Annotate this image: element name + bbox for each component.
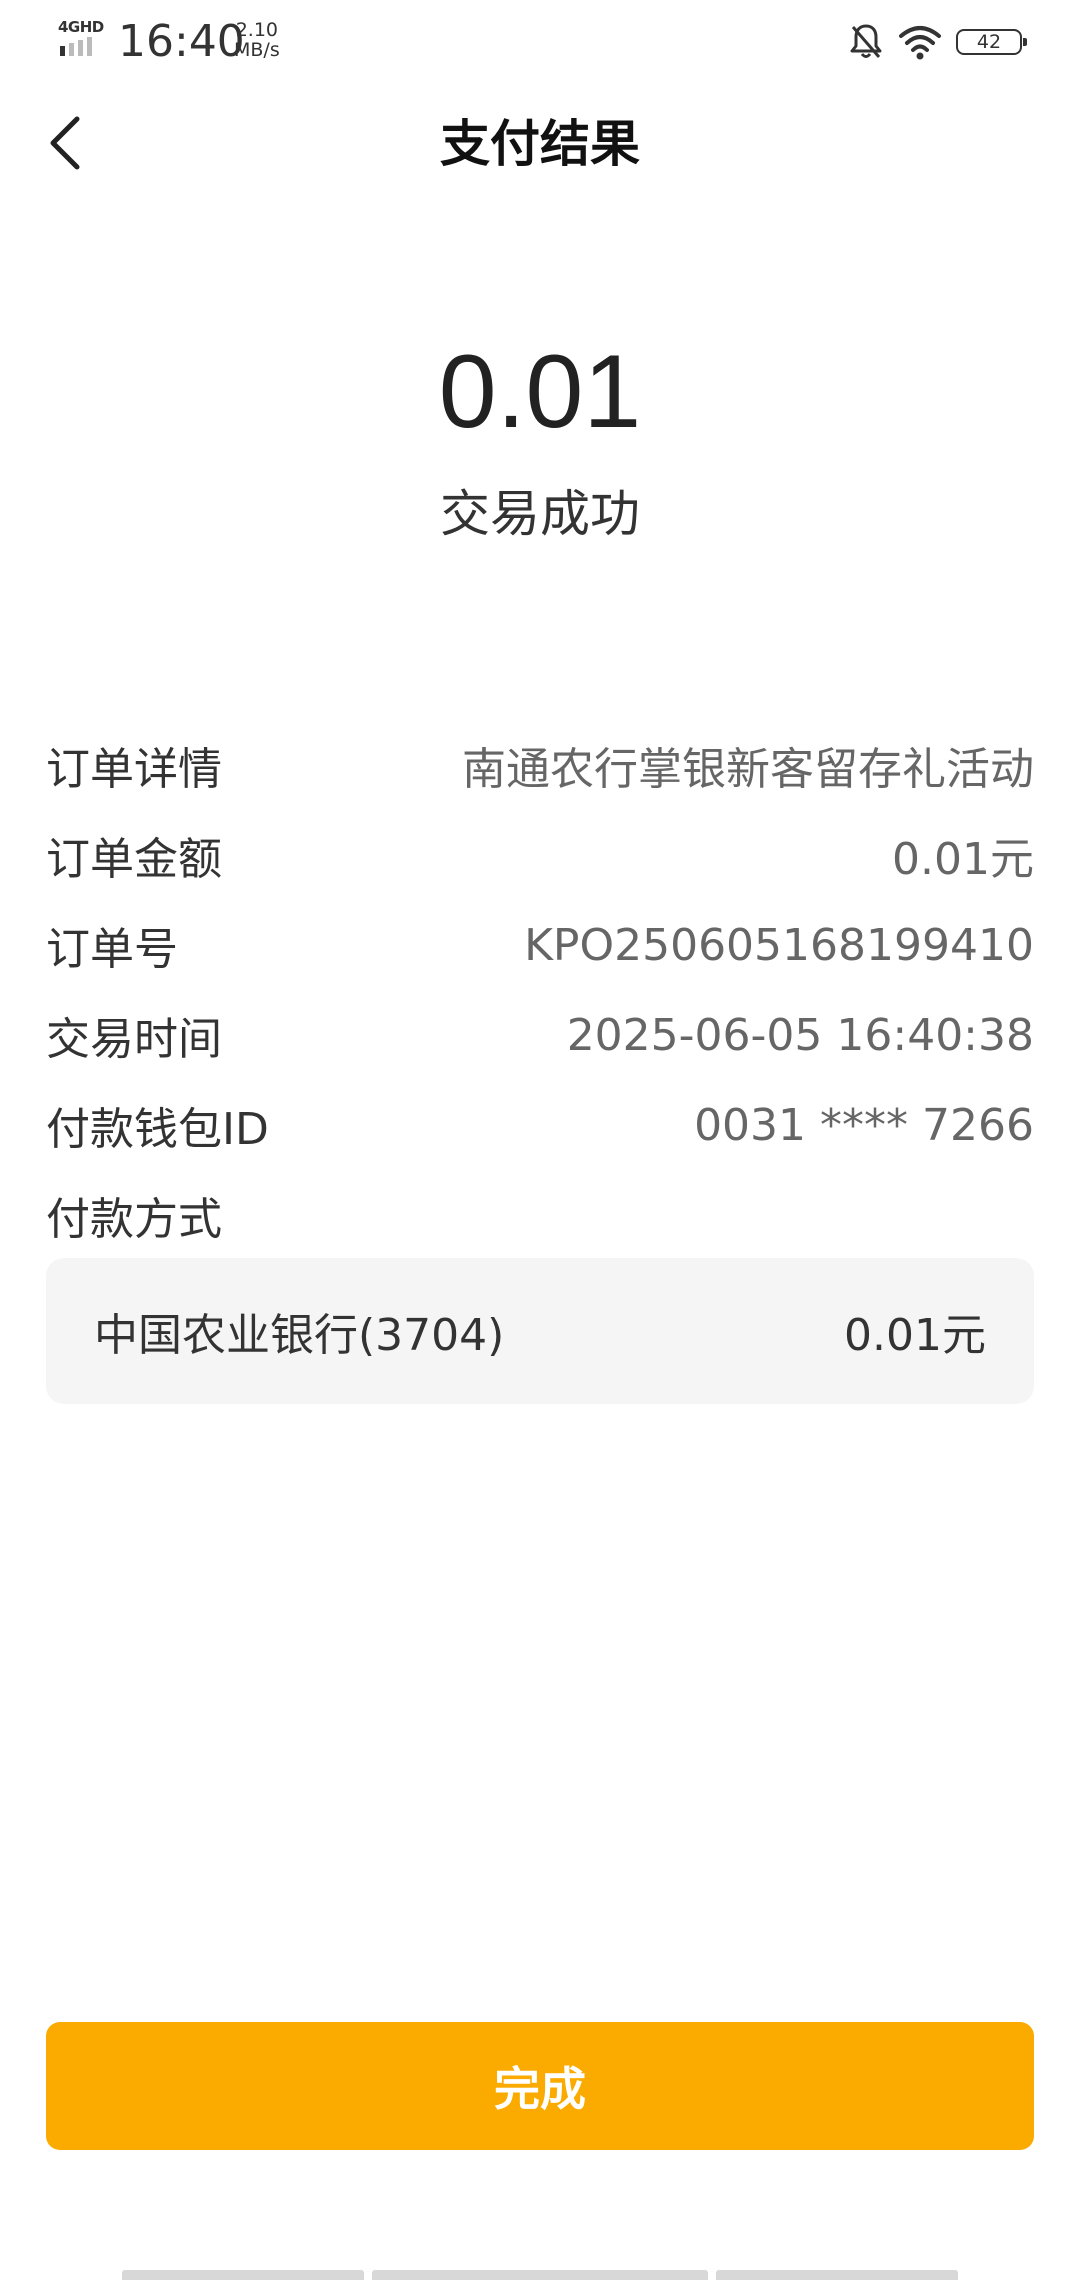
detail-label: 交易时间 bbox=[46, 1014, 222, 1065]
signal-icon bbox=[60, 37, 92, 56]
network-type: 4GHD bbox=[58, 18, 104, 36]
detail-value: 0.01元 bbox=[892, 834, 1034, 885]
battery-icon: 42 bbox=[956, 29, 1027, 55]
detail-row-transaction-time: 交易时间 2025-06-05 16:40:38 bbox=[46, 990, 1034, 1080]
bank-card-amount: 0.01元 bbox=[844, 1310, 986, 1361]
bell-off-icon bbox=[850, 24, 882, 58]
detail-row-order-number: 订单号 KPO250605168199410 bbox=[46, 900, 1034, 990]
detail-value: 0031 **** 7266 bbox=[694, 1099, 1034, 1151]
detail-label: 订单金额 bbox=[46, 834, 222, 885]
detail-row-payment-method: 付款方式 bbox=[46, 1170, 1034, 1260]
gesture-segment bbox=[716, 2270, 958, 2280]
gesture-segment bbox=[122, 2270, 364, 2280]
status-icons: 42 bbox=[848, 20, 1027, 64]
detail-label: 订单号 bbox=[46, 924, 178, 975]
status-bar: 4GHD 16:40 2.10 MB/s 42 bbox=[0, 0, 1080, 84]
gesture-segment bbox=[372, 2270, 708, 2280]
header: 支付结果 bbox=[0, 84, 1080, 214]
speed-unit: MB/s bbox=[234, 39, 280, 61]
speed-value: 2.10 bbox=[235, 19, 279, 41]
detail-label: 订单详情 bbox=[46, 744, 222, 795]
detail-row-order-amount: 订单金额 0.01元 bbox=[46, 810, 1034, 900]
clock: 16:40 bbox=[118, 16, 245, 67]
detail-value: 南通农行掌银新客留存礼活动 bbox=[462, 744, 1034, 795]
done-button[interactable]: 完成 bbox=[46, 2022, 1034, 2150]
page-title: 支付结果 bbox=[440, 115, 640, 173]
transaction-status: 交易成功 bbox=[440, 485, 640, 543]
detail-row-order-info: 订单详情 南通农行掌银新客留存礼活动 bbox=[46, 720, 1034, 810]
detail-row-wallet-id: 付款钱包ID 0031 **** 7266 bbox=[46, 1080, 1034, 1170]
bank-card-name: 中国农业银行(3704) bbox=[94, 1310, 505, 1361]
network-speed: 2.10 MB/s bbox=[234, 20, 280, 60]
wifi-icon bbox=[899, 26, 941, 60]
detail-value: 2025-06-05 16:40:38 bbox=[566, 1009, 1034, 1061]
order-details: 订单详情 南通农行掌银新客留存礼活动 订单金额 0.01元 订单号 KPO250… bbox=[46, 720, 1034, 1260]
payment-method-card: 中国农业银行(3704) 0.01元 bbox=[46, 1258, 1034, 1404]
detail-label: 付款方式 bbox=[46, 1194, 222, 1245]
gesture-bar bbox=[0, 2268, 1080, 2280]
payment-amount: 0.01 bbox=[438, 334, 642, 450]
detail-label: 付款钱包ID bbox=[46, 1104, 269, 1155]
battery-level: 42 bbox=[976, 31, 1002, 53]
detail-value: KPO250605168199410 bbox=[524, 919, 1034, 971]
